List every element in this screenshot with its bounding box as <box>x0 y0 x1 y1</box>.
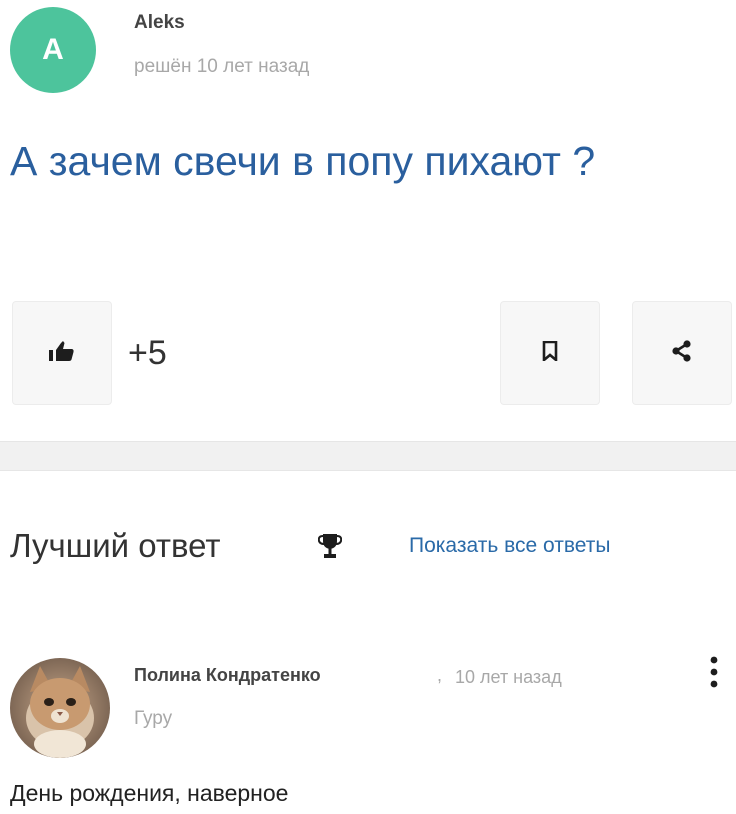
answer-text: День рождения, наверное <box>10 780 289 806</box>
bookmark-icon <box>542 340 558 366</box>
trophy-icon <box>317 533 343 564</box>
author-name[interactable]: Aleks <box>134 12 185 34</box>
page: A Aleks решён 10 лет назад А зачем свечи… <box>0 0 736 814</box>
author-avatar-letter: A <box>42 33 64 66</box>
answer-time: 10 лет назад <box>455 667 562 687</box>
bookmark-button[interactable] <box>500 301 600 405</box>
answerer-avatar[interactable] <box>10 658 110 758</box>
share-icon <box>671 339 693 367</box>
section-divider <box>0 441 736 471</box>
like-button[interactable] <box>12 301 112 405</box>
question-title: А зачем свечи в попу пихают ? <box>10 138 596 184</box>
answerer-rank: Гуру <box>134 708 173 729</box>
thumbs-up-icon <box>49 340 75 367</box>
share-button[interactable] <box>632 301 732 405</box>
like-count: +5 <box>128 334 167 372</box>
more-vertical-icon[interactable] <box>708 654 720 690</box>
show-all-answers-link[interactable]: Показать все ответы <box>409 534 611 558</box>
answerer-name[interactable]: Полина Кондратенко <box>134 665 321 686</box>
answer-meta-separator: , <box>437 665 443 685</box>
best-answer-heading: Лучший ответ <box>10 527 221 564</box>
question-status: решён 10 лет назад <box>134 56 310 77</box>
author-avatar[interactable]: A <box>10 7 96 93</box>
